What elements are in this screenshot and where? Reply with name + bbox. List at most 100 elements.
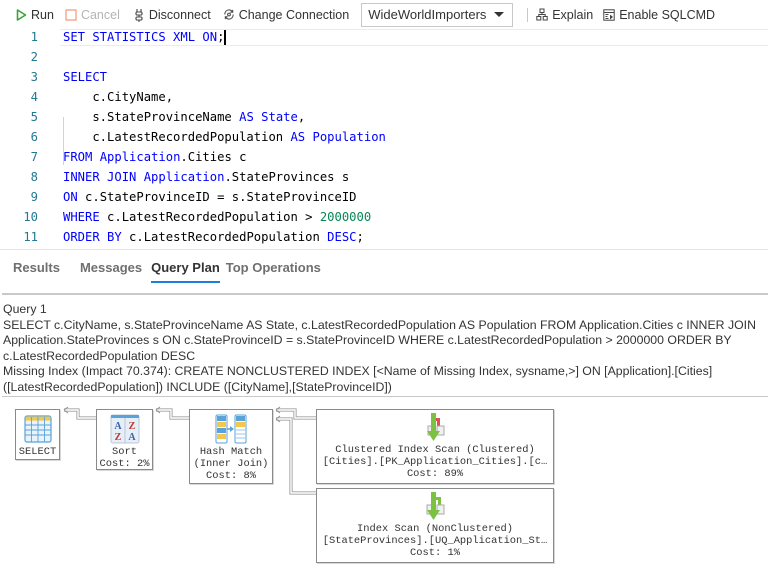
code-text: ON c.StateProvinceID = s.StateProvinceID: [63, 190, 357, 204]
sql-keyword: SELECT: [63, 70, 108, 84]
svg-text:Z: Z: [128, 421, 135, 432]
code-line[interactable]: 3 SELECT: [0, 67, 107, 87]
tab-results-label: Results: [13, 259, 60, 275]
code-text: c.CityName,: [63, 90, 173, 104]
sort-az-icon: A Z Z A: [110, 414, 139, 444]
line-number: 11: [23, 230, 38, 244]
plan-node-cis-label: Clustered Index Scan (Clustered): [335, 444, 535, 456]
explain-label: Explain: [552, 7, 594, 22]
code-line[interactable]: 11 ORDER BY c.LatestRecordedPopulation DE…: [0, 227, 364, 247]
edge-index-scan-to-hash: [275, 415, 316, 495]
tab-top-operations-label: Top Operations: [225, 259, 321, 275]
toolbar-divider: [527, 7, 529, 22]
sql-text: c.LatestRecordedPopulation: [63, 130, 291, 144]
query-text: SELECT c.CityName, s.StateProvinceName A…: [3, 317, 756, 363]
plug-icon: [133, 8, 145, 22]
code-line[interactable]: 9 ON c.StateProvinceID = s.StateProvinceI…: [0, 187, 357, 207]
query-toolbar: Run Cancel Disconnect Change Connection …: [0, 0, 768, 29]
code-line[interactable]: 4 c.CityName,: [0, 87, 173, 107]
sql-keyword: State: [261, 110, 298, 124]
hash-match-icon: [215, 414, 247, 444]
run-button[interactable]: Run: [12, 4, 57, 26]
query-plan-header: Query 1 SELECT c.CityName, s.StateProvin…: [3, 302, 763, 396]
code-line[interactable]: 10 WHERE c.LatestRecordedPopulation > 200…: [0, 207, 371, 227]
sql-text: c.LatestRecordedPopulation >: [99, 210, 320, 224]
explain-button[interactable]: Explain: [533, 4, 596, 26]
code-text: FROM Application.Cities c: [63, 150, 246, 164]
code-line[interactable]: 7 FROM Application.Cities c: [0, 147, 247, 167]
code-text: SELECT: [63, 70, 107, 84]
plan-node-hash-join-type: (Inner Join): [193, 458, 269, 471]
sql-keyword: AS: [239, 110, 254, 124]
sql-text: .StateProvinces s: [224, 170, 350, 184]
tab-messages-label: Messages: [79, 259, 143, 275]
line-number: 9: [30, 190, 38, 204]
edge-clustered-scan-to-hash: [275, 406, 316, 420]
edge-sort-to-select: [63, 406, 96, 420]
svg-text:A: A: [128, 432, 136, 443]
enable-sqlcmd-label: Enable SQLCMD: [619, 7, 716, 22]
database-select[interactable]: WideWorldImporters: [361, 2, 514, 27]
code-text: INNER JOIN Application.StateProvinces s: [63, 170, 349, 184]
clustered-index-scan-icon: [427, 413, 445, 441]
sql-editor[interactable]: 1 SET STATISTICS XML ON; 2 3 SELECT 4 c.CityN…: [0, 29, 768, 249]
change-connection-label: Change Connection: [238, 7, 350, 22]
code-line[interactable]: 1 SET STATISTICS XML ON;: [0, 27, 227, 47]
tab-results[interactable]: Results: [13, 250, 60, 284]
line-number: 7: [30, 150, 38, 164]
plan-node-sort[interactable]: A Z Z A Sort Cost: 2%: [96, 409, 153, 470]
cancel-label: Cancel: [80, 7, 120, 22]
sql-keyword: INNER JOIN: [63, 170, 137, 184]
plan-node-index-scan[interactable]: Index Scan (NonClustered) [StateProvince…: [316, 488, 554, 563]
line-number: 4: [30, 90, 38, 104]
tab-query-plan[interactable]: Query Plan: [151, 250, 220, 284]
code-text: SET STATISTICS XML ON;: [63, 29, 227, 45]
line-number: 2: [30, 50, 38, 64]
code-line[interactable]: 8 INNER JOIN Application.StateProvinces s: [0, 167, 350, 187]
plan-node-hash-cost: Cost: 8%: [206, 470, 256, 483]
plan-node-select[interactable]: SELECT: [15, 409, 60, 460]
plan-node-hash-label: Hash Match: [199, 446, 263, 458]
sql-keyword: Application: [99, 150, 181, 164]
svg-text:Z: Z: [114, 432, 121, 443]
sql-keyword: AS: [290, 130, 306, 144]
edge-hash-to-sort: [155, 406, 189, 420]
code-line[interactable]: 5 s.StateProvinceName AS State,: [0, 107, 306, 127]
sql-text: c.StateProvinceID = s.StateProvinceID: [77, 190, 357, 204]
sqlcmd-icon: [603, 8, 615, 22]
plan-node-hash-match[interactable]: Hash Match (Inner Join) Cost: 8%: [189, 409, 273, 484]
disconnect-label: Disconnect: [148, 7, 211, 22]
sql-text: c.LatestRecordedPopulation: [121, 230, 328, 244]
plan-node-clustered-index-scan[interactable]: Clustered Index Scan (Clustered) [Cities…: [316, 409, 554, 484]
stop-square-icon: [65, 8, 77, 22]
code-text: ORDER BY c.LatestRecordedPopulation DESC…: [63, 230, 364, 244]
sql-text: c.CityName,: [63, 90, 174, 104]
code-text: s.StateProvinceName AS State,: [63, 110, 305, 124]
missing-index-hint[interactable]: Missing Index (Impact 70.374): CREATE NO…: [3, 364, 763, 395]
sql-keyword: Application: [143, 170, 225, 184]
sql-text: ,: [297, 110, 306, 124]
line-number: 1: [30, 30, 38, 44]
plan-node-cis-cost: Cost: 89%: [406, 468, 464, 481]
code-line[interactable]: 2: [0, 47, 38, 67]
plan-node-is-object: [StateProvinces].[UQ_Application_St…: [322, 535, 548, 548]
enable-sqlcmd-button[interactable]: Enable SQLCMD: [600, 4, 718, 26]
plan-node-sort-label: Sort: [112, 446, 137, 458]
plan-node-cis-object: [Cities].[PK_Application_Cities].[c…: [322, 456, 548, 469]
svg-text:A: A: [114, 421, 122, 432]
sql-text: ;: [356, 230, 364, 244]
query-title: Query 1: [3, 302, 47, 316]
database-select-value: WideWorldImporters: [368, 7, 487, 22]
sql-keyword: FROM: [63, 150, 93, 164]
sql-keyword: DESC: [327, 230, 357, 244]
change-connection-button[interactable]: Change Connection: [220, 4, 353, 26]
cancel-button[interactable]: Cancel: [62, 4, 123, 26]
tab-messages[interactable]: Messages: [80, 250, 142, 284]
chevron-down-icon: [494, 12, 505, 17]
play-icon: [15, 8, 27, 22]
code-line[interactable]: 6 c.LatestRecordedPopulation AS Populati…: [0, 127, 386, 147]
tab-top-operations[interactable]: Top Operations: [226, 250, 321, 284]
disconnect-button[interactable]: Disconnect: [130, 4, 214, 26]
